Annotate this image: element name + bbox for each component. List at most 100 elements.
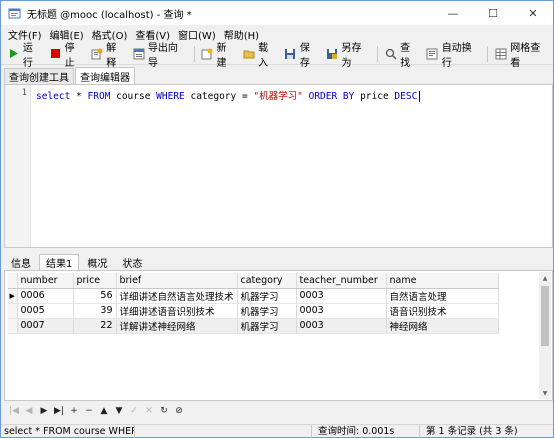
cell-number[interactable]: 0006 <box>17 288 74 304</box>
stop-button[interactable]: 停止 <box>46 43 88 69</box>
apply-changes-button[interactable]: ✓ <box>128 404 140 418</box>
tab-message[interactable]: 信息 <box>4 255 38 270</box>
maximize-button[interactable]: ☐ <box>473 1 513 25</box>
folder-icon <box>242 47 255 60</box>
find-button[interactable]: 查找 <box>381 43 423 69</box>
save-button[interactable]: 保存 <box>281 43 323 69</box>
table-row[interactable]: 0007 22 详解讲述神经网络 机器学习 0003 神经网络 <box>8 318 499 334</box>
move-up-button[interactable]: ▲ <box>98 404 110 418</box>
cell-brief[interactable]: 详细讲述语音识别技术 <box>116 303 238 319</box>
save-icon <box>284 47 297 60</box>
stop-loading-button[interactable]: ⊘ <box>173 404 185 418</box>
sql-text: category = <box>184 91 254 102</box>
table-row[interactable]: 0005 39 详细讲述语音识别技术 机器学习 0003 语音识别技术 <box>8 303 499 319</box>
sql-editor[interactable]: 1 select * FROM course WHERE category = … <box>4 84 553 248</box>
tab-result1[interactable]: 结果1 <box>39 254 80 270</box>
toolbar-separator <box>193 45 195 62</box>
add-record-button[interactable]: + <box>68 404 80 418</box>
scroll-thumb[interactable] <box>541 286 549 346</box>
sql-keyword: WHERE <box>156 91 185 102</box>
title-bar: 无标题 @mooc (localhost) - 查询 * — ☐ ✕ <box>1 1 553 25</box>
scroll-up-icon[interactable]: ▲ <box>539 272 551 284</box>
refresh-button[interactable]: ↻ <box>158 404 170 418</box>
status-query-time: 查询时间: 0.001s <box>311 424 419 438</box>
new-button[interactable]: 新建 <box>198 43 240 69</box>
sql-keyword: ORDER BY <box>308 91 355 102</box>
cell-price[interactable]: 39 <box>73 303 117 319</box>
explain-button[interactable]: 解释 <box>87 43 129 69</box>
vertical-scrollbar[interactable]: ▲ ▼ <box>539 272 551 399</box>
move-down-button[interactable]: ▼ <box>113 404 125 418</box>
stop-icon <box>49 47 62 60</box>
cell-number[interactable]: 0005 <box>17 303 74 319</box>
line-gutter: 1 <box>5 85 31 247</box>
play-icon <box>7 47 20 60</box>
close-button[interactable]: ✕ <box>513 1 553 25</box>
save-as-button[interactable]: 另存为 <box>323 43 375 69</box>
column-header[interactable]: brief <box>116 273 238 289</box>
column-header[interactable]: price <box>73 273 117 289</box>
column-header[interactable]: teacher_number <box>296 273 387 289</box>
grid-view-button[interactable]: 网格查看 <box>491 43 553 69</box>
cell-brief[interactable]: 详解讲述神经网络 <box>116 318 238 334</box>
minimize-button[interactable]: — <box>433 1 473 25</box>
app-window: 无标题 @mooc (localhost) - 查询 * — ☐ ✕ 文件(F)… <box>0 0 554 438</box>
load-button[interactable]: 载入 <box>239 43 281 69</box>
grid-icon <box>494 47 507 60</box>
cell-price[interactable]: 56 <box>73 288 117 304</box>
explain-label: 解释 <box>106 42 117 69</box>
save-label: 保存 <box>299 42 310 69</box>
export-wizard-button[interactable]: 导出向导 <box>129 43 191 69</box>
export-wizard-label: 导出向导 <box>147 42 178 69</box>
record-nav-bar: |◀ ◀ ▶ ▶| + − ▲ ▼ ✓ ✕ ↻ ⊘ <box>4 403 553 419</box>
toolbar-separator <box>377 45 379 62</box>
run-button[interactable]: 运行 <box>4 43 46 69</box>
tab-status[interactable]: 状态 <box>115 255 149 270</box>
cell-name[interactable]: 神经网络 <box>386 318 499 334</box>
cell-category[interactable]: 机器学习 <box>237 318 297 334</box>
sql-code-line[interactable]: select * FROM course WHERE category = "机… <box>36 88 421 102</box>
first-record-button[interactable]: |◀ <box>8 404 20 418</box>
cell-name[interactable]: 自然语言处理 <box>386 288 499 304</box>
cell-name[interactable]: 语音识别技术 <box>386 303 499 319</box>
last-record-button[interactable]: ▶| <box>53 404 65 418</box>
cell-number[interactable]: 0007 <box>17 318 74 334</box>
discard-changes-button[interactable]: ✕ <box>143 404 155 418</box>
run-label: 运行 <box>22 42 33 69</box>
save-as-icon <box>326 47 339 60</box>
cell-teacher-number[interactable]: 0003 <box>296 318 387 334</box>
prev-record-button[interactable]: ◀ <box>23 404 35 418</box>
cell-teacher-number[interactable]: 0003 <box>296 288 387 304</box>
tab-profile[interactable]: 概况 <box>80 255 114 270</box>
autowrap-label: 自动换行 <box>441 42 472 69</box>
window-title: 无标题 @mooc (localhost) - 查询 * <box>27 9 192 21</box>
status-sql: select * FROM course WHERE c <box>1 424 135 438</box>
cell-price[interactable]: 22 <box>73 318 117 334</box>
delete-record-button[interactable]: − <box>83 404 95 418</box>
status-spacer <box>135 425 311 438</box>
cell-brief[interactable]: 详细讲述自然语言处理技术 <box>116 288 238 304</box>
column-header[interactable]: category <box>237 273 297 289</box>
column-header[interactable]: name <box>386 273 499 289</box>
sql-text: price <box>354 91 395 102</box>
result-table: number price brief category teacher_numb… <box>8 273 499 334</box>
next-record-button[interactable]: ▶ <box>38 404 50 418</box>
column-header[interactable]: number <box>17 273 74 289</box>
toolbar-separator <box>487 45 489 62</box>
corner-cell <box>8 273 18 289</box>
cell-teacher-number[interactable]: 0003 <box>296 303 387 319</box>
cell-category[interactable]: 机器学习 <box>237 288 297 304</box>
status-bar: select * FROM course WHERE c 查询时间: 0.001… <box>1 424 553 438</box>
autowrap-button[interactable]: 自动换行 <box>423 43 485 69</box>
cell-category[interactable]: 机器学习 <box>237 303 297 319</box>
wrap-icon <box>426 47 439 60</box>
sql-string: "机器学习" <box>253 91 303 102</box>
find-label: 查找 <box>400 42 411 69</box>
tab-query-editor[interactable]: 查询编辑器 <box>75 67 135 84</box>
tab-query-builder[interactable]: 查询创建工具 <box>4 68 74 84</box>
table-row[interactable]: ▶ 0006 56 详细讲述自然语言处理技术 机器学习 0003 自然语言处理 <box>8 288 499 304</box>
scroll-down-icon[interactable]: ▼ <box>539 387 551 399</box>
stop-label: 停止 <box>64 42 75 69</box>
query-tabs: 查询创建工具 查询编辑器 <box>1 67 553 84</box>
pane-splitter[interactable] <box>1 248 553 252</box>
